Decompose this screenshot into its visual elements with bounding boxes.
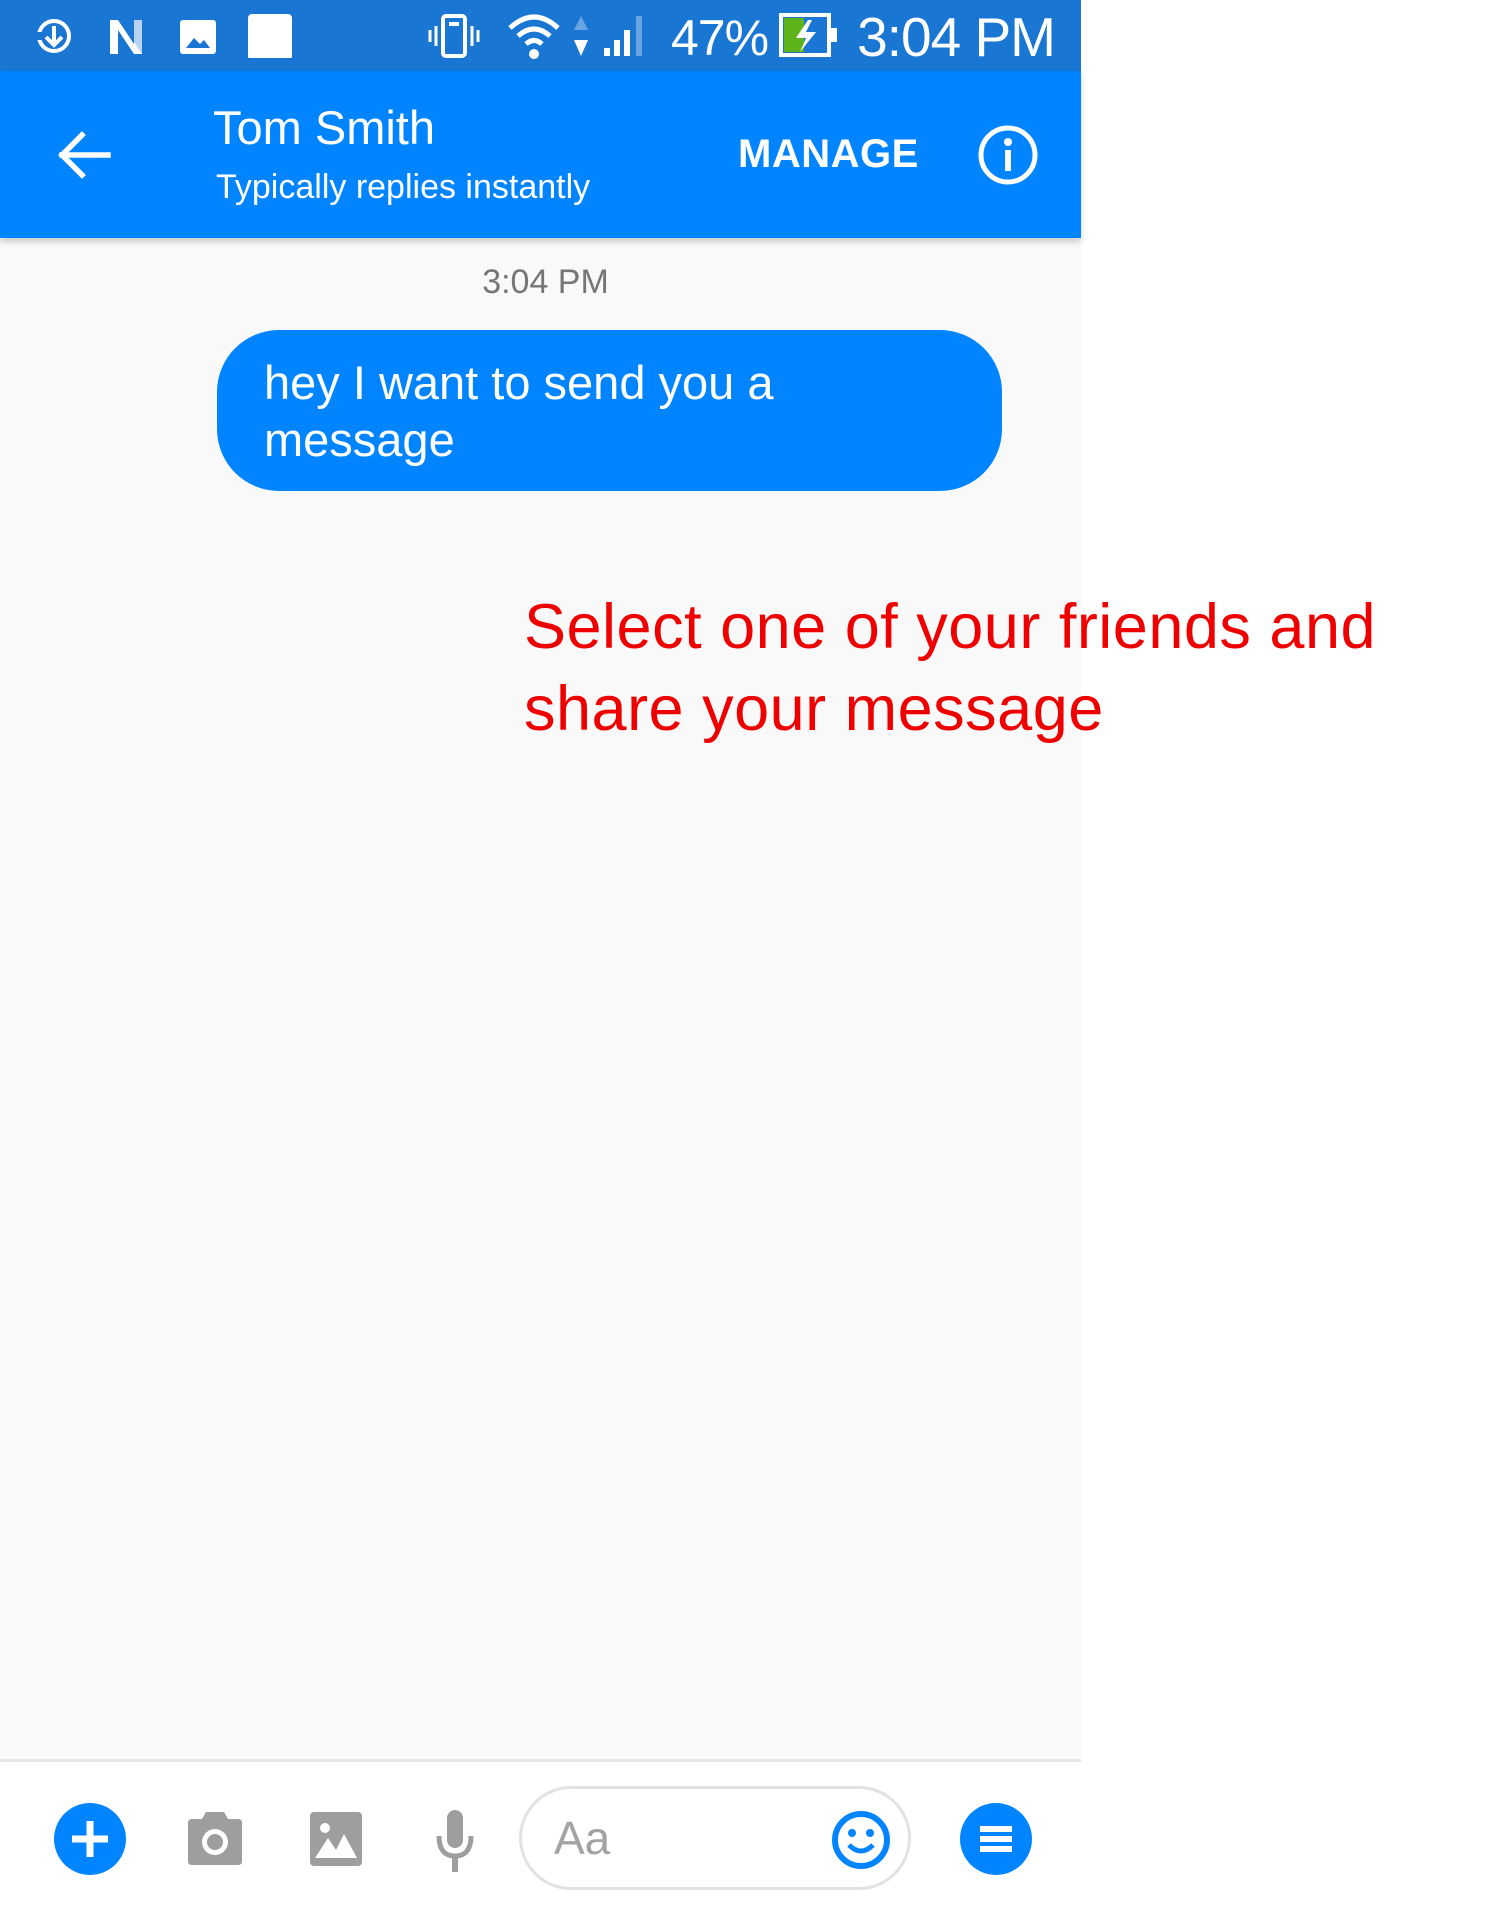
message-timestamp: 3:04 PM [482,263,609,301]
wifi-icon [508,14,560,59]
status-time: 3:04 PM [857,6,1056,68]
arrow-left-icon[interactable] [52,123,116,187]
vibrate-icon [428,14,480,58]
plus-icon[interactable] [54,1803,126,1875]
battery-percent: 47% [671,10,769,66]
blank-notification-icon [248,14,292,58]
image-icon[interactable] [308,1810,364,1868]
download-sync-icon [36,19,71,53]
smiley-icon[interactable] [830,1809,892,1871]
composer-bar: Aa [0,1759,1081,1923]
manage-button[interactable]: MANAGE [738,131,919,177]
menu-icon[interactable] [960,1803,1032,1875]
conversation-header: Tom Smith Typically replies instantly MA… [0,71,1081,238]
message-input[interactable]: Aa [519,1786,911,1890]
status-bar: 47% 3:04 PM [0,0,1081,71]
info-icon[interactable] [976,123,1040,187]
outgoing-message-bubble[interactable]: hey I want to send you a message [217,330,1002,491]
battery-charging-icon [779,13,837,57]
message-text: hey I want to send you a message [264,356,774,466]
camera-icon[interactable] [184,1809,246,1869]
contact-name[interactable]: Tom Smith [213,101,435,155]
data-transfer-icon [574,16,588,56]
messenger-screen: 47% 3:04 PM Tom Smith Typically replies … [0,0,1081,1923]
image-notification-icon [180,20,216,54]
microphone-icon[interactable] [433,1806,477,1876]
instruction-annotation: Select one of your friends and share you… [524,592,1377,744]
n-notification-icon [110,20,142,54]
message-input-placeholder: Aa [554,1812,611,1864]
contact-status: Typically replies instantly [216,168,591,206]
signal-icon [604,16,642,56]
